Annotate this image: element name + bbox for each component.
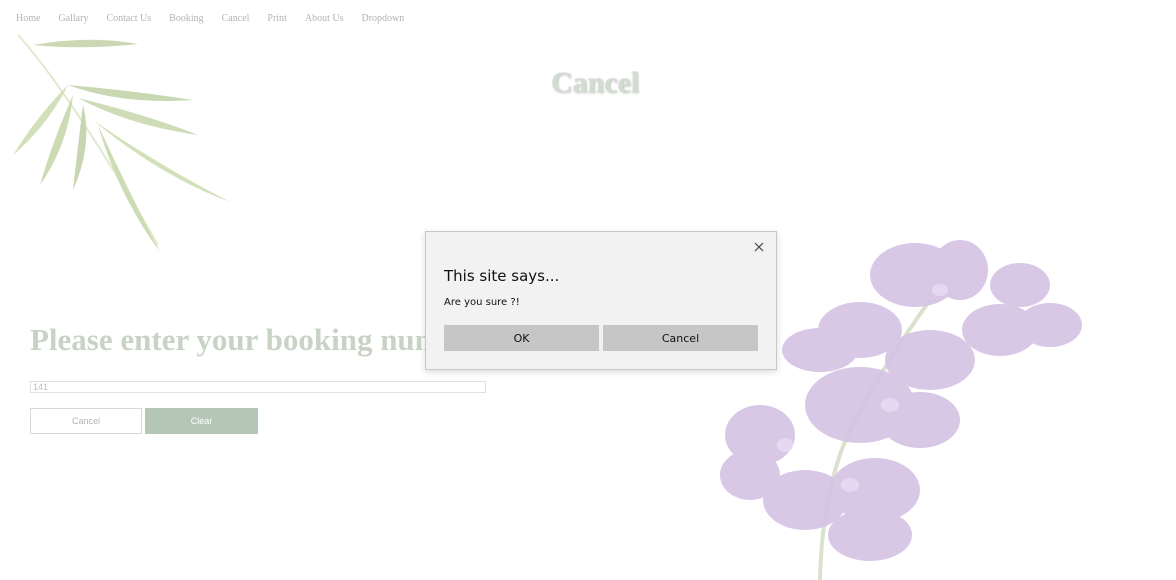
confirm-dialog: This site says... Are you sure ?! OK Can… <box>425 231 777 370</box>
nav-home[interactable]: Home <box>16 13 40 24</box>
page: Home Gallary Contact Us Booking Cancel P… <box>0 0 1176 580</box>
cancel-booking-button[interactable]: Cancel <box>30 408 142 434</box>
nav-about-us[interactable]: About Us <box>305 13 344 24</box>
nav-print[interactable]: Print <box>267 13 286 24</box>
dialog-message: Are you sure ?! <box>444 297 520 308</box>
dialog-cancel-button[interactable]: Cancel <box>603 325 758 351</box>
nav-booking[interactable]: Booking <box>169 13 203 24</box>
bamboo-leaves-image <box>13 34 230 252</box>
booking-prompt: Please enter your booking number <box>30 322 486 357</box>
clear-button[interactable]: Clear <box>145 408 258 434</box>
dialog-heading: This site says... <box>444 267 560 285</box>
nav-gallary[interactable]: Gallary <box>58 13 88 24</box>
nav-cancel[interactable]: Cancel <box>222 13 250 24</box>
nav-dropdown[interactable]: Dropdown <box>361 13 404 24</box>
nav-contact-us[interactable]: Contact Us <box>106 13 151 24</box>
close-icon[interactable] <box>751 239 767 255</box>
top-nav: Home Gallary Contact Us Booking Cancel P… <box>16 13 422 24</box>
booking-number-input[interactable] <box>30 381 486 393</box>
page-title: Cancel <box>550 66 640 99</box>
dialog-ok-button[interactable]: OK <box>444 325 599 351</box>
